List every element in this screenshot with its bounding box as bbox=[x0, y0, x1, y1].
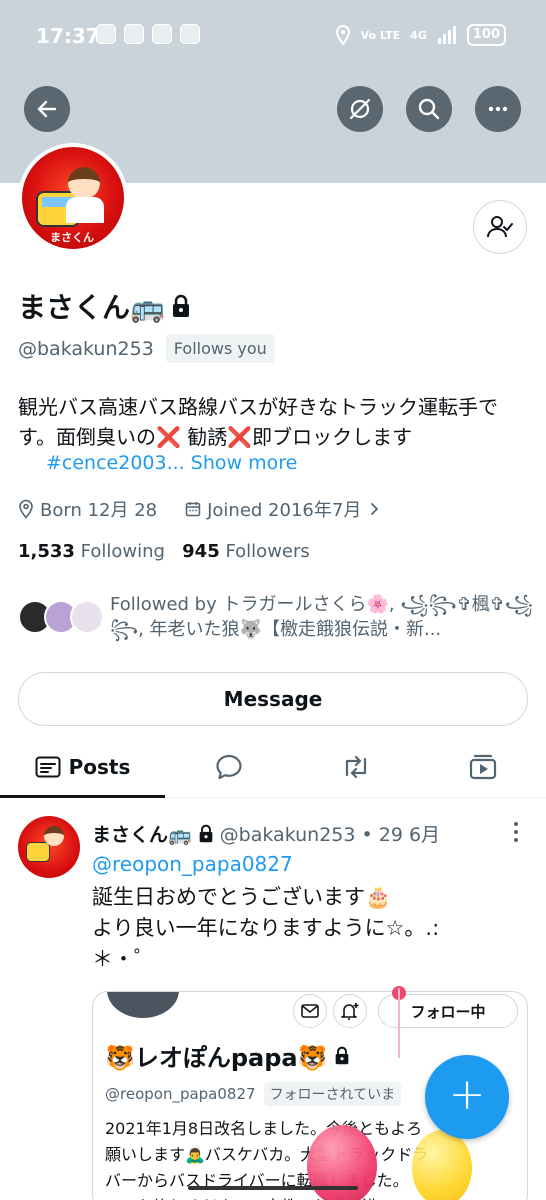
app-notification-icon bbox=[180, 24, 200, 44]
mute-button[interactable] bbox=[337, 86, 383, 132]
home-indicator[interactable] bbox=[188, 1186, 358, 1190]
profile-tabs: Posts bbox=[0, 736, 546, 798]
following-count: 1,533 bbox=[18, 541, 75, 562]
user-handle: @bakakun253 bbox=[18, 337, 154, 360]
signal-strength-icon bbox=[437, 26, 456, 44]
display-name: まさくん🚌 bbox=[18, 286, 191, 326]
location-pin-icon bbox=[19, 499, 33, 519]
lock-icon bbox=[199, 824, 213, 843]
embedded-mail-button bbox=[293, 994, 327, 1028]
battery-indicator: 100 bbox=[466, 24, 506, 46]
back-button[interactable] bbox=[24, 86, 70, 132]
status-time: 17:37 bbox=[36, 24, 100, 48]
tab-media[interactable] bbox=[419, 736, 546, 798]
profile-meta: Born 12月 28 Joined 2016年7月 bbox=[18, 496, 381, 522]
following-label: Following bbox=[80, 541, 165, 562]
embedded-notify-button bbox=[333, 994, 367, 1028]
tab-posts-label: Posts bbox=[68, 755, 131, 779]
following-link[interactable]: 1,533 Following bbox=[18, 541, 165, 562]
follow-counts: 1,533 Following 945 Followers bbox=[18, 541, 310, 562]
signal-label: 4G bbox=[410, 28, 427, 42]
handle-row: @bakakun253 Follows you bbox=[18, 334, 275, 363]
person-check-icon bbox=[487, 216, 513, 238]
notification-icons bbox=[96, 24, 200, 44]
following-status-button[interactable] bbox=[473, 200, 527, 254]
embedded-follows-badge: フォローされていま bbox=[263, 1082, 402, 1106]
joined-date-text: Joined 2016年7月 bbox=[207, 500, 362, 521]
embedded-handle: @reopon_papa0827 bbox=[105, 1085, 256, 1103]
bio-more-row: #cence2003... Show more bbox=[46, 452, 297, 474]
message-button[interactable]: Message bbox=[18, 672, 528, 726]
post-mention-link[interactable]: @reopon_papa0827 bbox=[92, 852, 293, 876]
show-more-link[interactable]: Show more bbox=[191, 452, 298, 474]
search-button[interactable] bbox=[406, 86, 452, 132]
post-handle-and-date: @bakakun253 • 29 6月 bbox=[219, 824, 441, 846]
app-notification-icon bbox=[152, 24, 172, 44]
follows-you-badge: Follows you bbox=[165, 334, 275, 363]
embedded-avatar bbox=[107, 992, 179, 1018]
balloon-decoration bbox=[412, 1130, 472, 1200]
media-icon bbox=[469, 754, 496, 780]
eye-off-icon bbox=[349, 98, 371, 120]
mail-icon bbox=[301, 1004, 319, 1018]
bell-plus-icon bbox=[341, 1003, 359, 1020]
tab-replies[interactable] bbox=[165, 736, 292, 798]
embedded-display-name: 🐯レオぽんpapa🐯 bbox=[105, 1038, 350, 1073]
calendar-icon bbox=[185, 502, 201, 517]
network-label: Vo LTE bbox=[360, 28, 401, 42]
reply-icon bbox=[215, 754, 242, 780]
embedded-handle-row: @reopon_papa0827 フォローされていま bbox=[105, 1082, 402, 1106]
app-notification-icon bbox=[96, 24, 116, 44]
location-icon bbox=[335, 25, 350, 45]
balloon-string bbox=[398, 988, 400, 1058]
avatar-caption: まさくん bbox=[50, 231, 94, 244]
followed-by-text: Followed by トラガールさくら🌸, ꧁꧂✞楓✞꧁꧂, 年老いた狼🐺【檄… bbox=[110, 594, 533, 640]
post-item[interactable]: まさくん🚌 @bakakun253 • 29 6月 @reopon_papa08… bbox=[0, 808, 546, 1200]
mutual-avatar bbox=[70, 600, 104, 634]
more-horizontal-icon bbox=[488, 106, 508, 112]
bio-line: 観光バス高速バス路線バスが好きなトラック運転手で bbox=[18, 395, 498, 419]
profile-avatar[interactable]: まさくん bbox=[18, 143, 128, 253]
compose-post-button[interactable]: + bbox=[425, 1055, 509, 1139]
chevron-right-icon[interactable] bbox=[367, 501, 381, 517]
status-indicators: Vo LTE 4G 100 bbox=[335, 24, 506, 46]
display-name-text: まさくん🚌 bbox=[18, 291, 165, 324]
search-icon bbox=[418, 98, 440, 120]
tab-reposts[interactable] bbox=[292, 736, 419, 798]
plus-icon: + bbox=[448, 1069, 486, 1120]
posts-icon bbox=[35, 756, 61, 778]
lock-icon bbox=[335, 1046, 348, 1065]
bio-hashtag-link[interactable]: #cence2003... bbox=[46, 452, 185, 474]
bio-line: す。面倒臭いの❌ 勧誘❌即ブロックします bbox=[18, 425, 413, 449]
arrow-left-icon bbox=[37, 100, 57, 118]
birthday-text: Born 12月 28 bbox=[40, 500, 158, 521]
followed-by-section[interactable]: Followed by トラガールさくら🌸, ꧁꧂✞楓✞꧁꧂, 年老いた狼🐺【檄… bbox=[18, 590, 534, 648]
followers-link[interactable]: 945 Followers bbox=[182, 541, 310, 562]
status-bar: 17:37 Vo LTE 4G 100 bbox=[0, 0, 546, 72]
app-notification-icon bbox=[124, 24, 144, 44]
profile-bio: 観光バス高速バス路線バスが好きなトラック運転手で す。面倒臭いの❌ 勧誘❌即ブロ… bbox=[18, 392, 533, 452]
more-options-button[interactable] bbox=[475, 86, 521, 132]
followers-count: 945 bbox=[182, 541, 220, 562]
post-text: 誕生日おめでとうございます🎂 より良い一年になりますように☆。.: ＊・゜ bbox=[92, 885, 440, 971]
post-author-name[interactable]: まさくん🚌 bbox=[92, 820, 192, 847]
character-illustration bbox=[68, 167, 100, 199]
lock-icon bbox=[172, 294, 189, 317]
post-header: まさくん🚌 @bakakun253 • 29 6月 bbox=[92, 820, 440, 847]
active-tab-indicator bbox=[0, 795, 165, 798]
embedded-name-text: 🐯レオぽんpapa🐯 bbox=[105, 1044, 328, 1072]
repost-icon bbox=[345, 755, 366, 779]
tab-posts[interactable]: Posts bbox=[0, 736, 165, 798]
followers-label: Followers bbox=[225, 541, 310, 562]
mutual-avatars bbox=[18, 600, 104, 636]
post-more-icon[interactable] bbox=[508, 822, 524, 846]
post-author-avatar[interactable] bbox=[18, 816, 80, 878]
